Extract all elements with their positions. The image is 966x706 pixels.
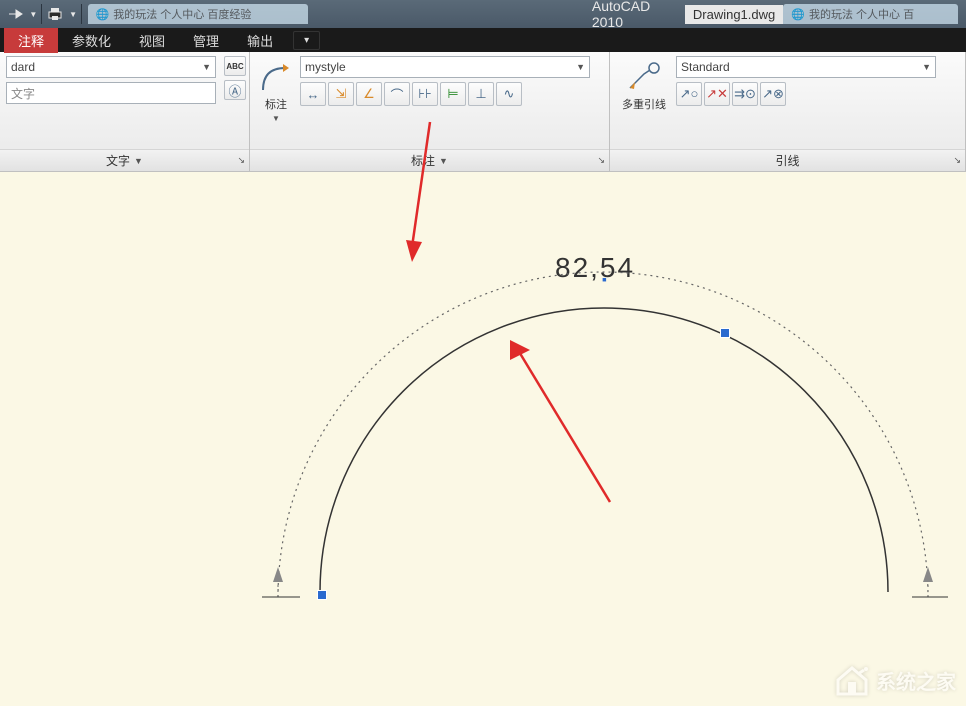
leader-add-icon: ↗○ <box>680 86 699 102</box>
qat-print-dropdown[interactable]: ▼ <box>68 3 79 25</box>
separator <box>81 4 82 24</box>
dimension-style-combo[interactable]: mystyle ▼ <box>300 56 590 78</box>
dimension-icon <box>259 60 293 94</box>
menu-output[interactable]: 输出 <box>233 28 287 53</box>
dim-break-button[interactable]: ∿ <box>496 82 522 106</box>
printer-icon <box>47 7 63 21</box>
watermark: 系统之家 <box>834 664 956 696</box>
panel-launcher-icon[interactable]: ↘ <box>597 155 605 166</box>
leader-collect-icon: ↗⊗ <box>762 86 784 102</box>
app-title: AutoCAD 2010 <box>592 0 667 30</box>
qat-share-dropdown[interactable]: ▼ <box>28 3 39 25</box>
panel-label: 文字 <box>106 152 130 169</box>
dimension-button[interactable]: 标注 ▼ <box>256 56 296 127</box>
text-input[interactable]: 文字 <box>6 82 216 104</box>
input-value: 文字 <box>11 85 35 102</box>
dim-angular-button[interactable]: ∠ <box>356 82 382 106</box>
text-scale-button[interactable]: Ⓐ <box>224 80 246 100</box>
menu-bar: 注释 参数化 视图 管理 输出 ▾ <box>0 28 966 52</box>
annotation-arrow-top <box>400 112 460 272</box>
menu-manage[interactable]: 管理 <box>179 28 233 53</box>
panel-leader-footer[interactable]: 引线 ↘ <box>610 149 965 171</box>
menu-view[interactable]: 视图 <box>125 28 179 53</box>
dim-continue-icon: ⊦⊦ <box>418 86 432 102</box>
dim-baseline-button[interactable]: ⊨ <box>440 82 466 106</box>
panel-leader: 多重引线 Standard ▼ ↗○ ↗✕ ⇉⊙ ↗⊗ 引线 ↘ <box>610 52 966 171</box>
house-icon <box>834 664 870 696</box>
dim-arc-icon: ⌒ <box>390 85 403 104</box>
tab-label: 我的玩法 个人中心 百度经验 <box>113 6 251 22</box>
panel-text: dard ▼ 文字 ABC Ⓐ 文字 ▼ ↘ <box>0 52 250 171</box>
spellcheck-icon: ABC <box>226 62 243 71</box>
leader-collect-button[interactable]: ↗⊗ <box>760 82 786 106</box>
dim-break-icon: ∿ <box>504 86 515 102</box>
menu-annotate[interactable]: 注释 <box>4 28 58 53</box>
dim-baseline-icon: ⊨ <box>447 86 458 102</box>
leader-style-combo[interactable]: Standard ▼ <box>676 56 936 78</box>
panel-launcher-icon[interactable]: ↘ <box>237 155 245 166</box>
dim-aligned-icon: ⇲ <box>336 86 347 102</box>
watermark-text: 系统之家 <box>876 666 956 695</box>
multileader-button[interactable]: 多重引线 <box>616 56 672 116</box>
leader-remove-icon: ↗✕ <box>706 86 728 102</box>
spellcheck-button[interactable]: ABC <box>224 56 246 76</box>
leader-remove-button[interactable]: ↗✕ <box>704 82 730 106</box>
dim-continue-button[interactable]: ⊦⊦ <box>412 82 438 106</box>
dim-linear-button[interactable]: ↔ <box>300 82 326 106</box>
chevron-down-icon: ▼ <box>202 62 211 72</box>
title-bar: ▼ ▼ 🌐 我的玩法 个人中心 百度经验 AutoCAD 2010 Drawin… <box>0 0 966 28</box>
chevron-down-icon: ▼ <box>922 62 931 72</box>
dim-arc-button[interactable]: ⌒ <box>384 82 410 106</box>
drawing-canvas[interactable]: 82,54 ▪ <box>0 172 966 706</box>
ribbon: dard ▼ 文字 ABC Ⓐ 文字 ▼ ↘ <box>0 52 966 172</box>
chevron-down-icon: ▼ <box>576 62 585 72</box>
menu-parametric[interactable]: 参数化 <box>58 28 125 53</box>
qat-print-button[interactable] <box>44 3 66 25</box>
dim-aligned-button[interactable]: ⇲ <box>328 82 354 106</box>
browser-tab-right[interactable]: 🌐 我的玩法 个人中心 百 <box>783 4 958 24</box>
tab-label: 我的玩法 个人中心 百 <box>809 6 914 22</box>
chevron-down-icon: ▼ <box>272 114 280 123</box>
panel-text-footer[interactable]: 文字 ▼ ↘ <box>0 149 249 171</box>
share-arrow-icon <box>7 7 23 21</box>
globe-icon: 🌐 <box>791 8 805 21</box>
title-area: AutoCAD 2010 Drawing1.dwg <box>592 0 783 30</box>
qat-share-button[interactable] <box>4 3 26 25</box>
dim-linear-icon: ↔ <box>307 87 320 102</box>
combo-value: Standard <box>681 60 730 74</box>
scale-icon: Ⓐ <box>228 81 241 100</box>
dim-angular-icon: ∠ <box>363 86 375 102</box>
multileader-icon <box>626 60 662 94</box>
menu-overflow[interactable]: ▾ <box>293 31 320 50</box>
chevron-down-icon: ▼ <box>134 156 143 166</box>
button-label: 标注 <box>265 96 287 112</box>
leader-align-icon: ⇉⊙ <box>734 86 756 102</box>
browser-tab-left[interactable]: 🌐 我的玩法 个人中心 百度经验 <box>88 4 308 24</box>
panel-launcher-icon[interactable]: ↘ <box>953 155 961 166</box>
globe-icon: 🌐 <box>96 8 110 21</box>
annotation-arrow-bottom <box>500 332 620 512</box>
separator <box>41 4 42 24</box>
grip-right[interactable] <box>720 328 730 338</box>
dim-ordinate-icon: ⊥ <box>475 86 486 102</box>
dim-ordinate-button[interactable]: ⊥ <box>468 82 494 106</box>
leader-add-button[interactable]: ↗○ <box>676 82 702 106</box>
text-style-combo[interactable]: dard ▼ <box>6 56 216 78</box>
panel-label: 引线 <box>775 152 799 169</box>
grip-left[interactable] <box>317 590 327 600</box>
button-label: 多重引线 <box>622 96 666 112</box>
combo-value: mystyle <box>305 60 346 74</box>
combo-value: dard <box>11 60 35 74</box>
leader-align-button[interactable]: ⇉⊙ <box>732 82 758 106</box>
drawing-svg <box>0 172 966 706</box>
file-title: Drawing1.dwg <box>685 5 783 24</box>
